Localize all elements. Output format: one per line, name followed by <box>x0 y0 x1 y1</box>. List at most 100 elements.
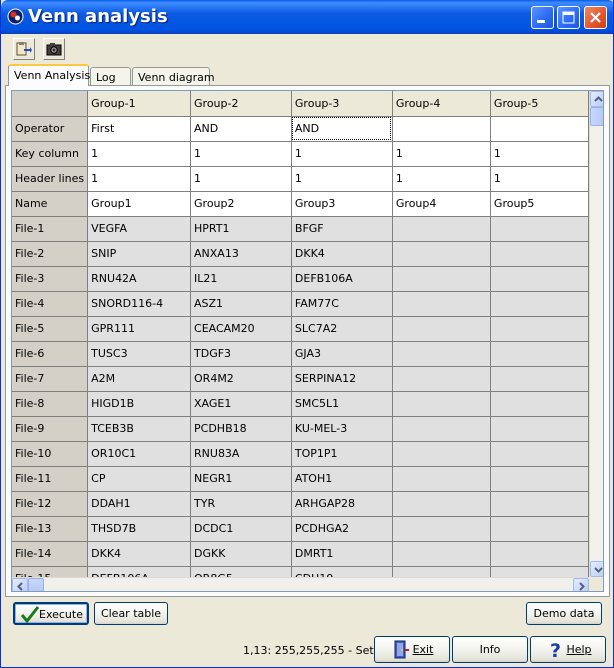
file-cell[interactable]: SNORD116-4 <box>87 291 192 317</box>
file-cell[interactable]: PCDHB18 <box>190 416 292 442</box>
file-cell[interactable]: DDAH1 <box>87 491 192 517</box>
param-cell[interactable]: 1 <box>392 141 491 167</box>
file-cell[interactable]: RNU42A <box>87 266 192 292</box>
file-cell[interactable]: DKK4 <box>291 241 393 267</box>
file-cell[interactable]: GPR111 <box>87 316 192 342</box>
file-cell[interactable]: FAM77C <box>291 291 393 317</box>
file-cell[interactable]: DEFB106A <box>87 566 192 577</box>
scroll-up-button[interactable] <box>590 91 603 107</box>
param-cell[interactable]: 1 <box>291 166 393 192</box>
file-cell[interactable]: DEFB106A <box>291 266 393 292</box>
tab-venn-analysis[interactable]: Venn Analysis <box>8 64 90 86</box>
param-cell[interactable]: AND <box>291 116 393 142</box>
file-cell[interactable]: OR8G5 <box>190 566 292 577</box>
file-cell[interactable]: DCDC1 <box>190 516 292 542</box>
screenshot-button[interactable] <box>43 38 65 60</box>
file-cell[interactable] <box>392 416 491 442</box>
file-cell[interactable]: GJA3 <box>291 341 393 367</box>
file-cell[interactable]: CDH19 <box>291 566 393 577</box>
scroll-down-button[interactable] <box>590 561 603 577</box>
file-cell[interactable] <box>392 291 491 317</box>
param-cell[interactable]: Group3 <box>291 191 393 217</box>
info-button[interactable]: Info <box>452 636 528 663</box>
file-cell[interactable] <box>490 291 589 317</box>
file-cell[interactable]: PCDHGA2 <box>291 516 393 542</box>
file-cell[interactable]: ANXA13 <box>190 241 292 267</box>
vertical-scrollbar[interactable] <box>589 91 603 577</box>
file-cell[interactable]: XAGE1 <box>190 391 292 417</box>
file-cell[interactable]: TUSC3 <box>87 341 192 367</box>
maximize-button[interactable] <box>557 6 580 29</box>
file-cell[interactable]: DMRT1 <box>291 541 393 567</box>
file-cell[interactable] <box>490 216 589 242</box>
param-cell[interactable]: 1 <box>490 141 589 167</box>
file-cell[interactable]: DKK4 <box>87 541 192 567</box>
file-cell[interactable] <box>490 416 589 442</box>
column-header[interactable]: Group-2 <box>190 91 292 117</box>
file-cell[interactable] <box>490 391 589 417</box>
file-cell[interactable]: A2M <box>87 366 192 392</box>
file-cell[interactable]: ASZ1 <box>190 291 292 317</box>
horizontal-scrollbar[interactable] <box>12 577 589 591</box>
param-cell[interactable]: 1 <box>392 166 491 192</box>
clear-table-button[interactable]: Clear table <box>94 602 168 625</box>
param-cell[interactable]: Group1 <box>87 191 192 217</box>
file-cell[interactable]: ATOH1 <box>291 466 393 492</box>
title-bar[interactable]: Venn analysis <box>1 0 613 34</box>
scroll-right-button[interactable] <box>573 578 589 591</box>
file-cell[interactable] <box>490 466 589 492</box>
file-cell[interactable]: OR4M2 <box>190 366 292 392</box>
param-cell[interactable]: 1 <box>291 141 393 167</box>
column-header[interactable]: Group-3 <box>291 91 393 117</box>
file-cell[interactable]: NEGR1 <box>190 466 292 492</box>
file-cell[interactable] <box>392 341 491 367</box>
file-cell[interactable]: TDGF3 <box>190 341 292 367</box>
file-cell[interactable] <box>490 366 589 392</box>
file-cell[interactable] <box>392 216 491 242</box>
scroll-left-button[interactable] <box>12 578 28 591</box>
file-cell[interactable] <box>490 441 589 467</box>
file-cell[interactable]: KU-MEL-3 <box>291 416 393 442</box>
file-cell[interactable] <box>392 241 491 267</box>
file-cell[interactable] <box>490 241 589 267</box>
file-cell[interactable] <box>392 466 491 492</box>
param-cell[interactable]: Group4 <box>392 191 491 217</box>
column-header[interactable]: Group-1 <box>87 91 192 117</box>
file-cell[interactable]: SNIP <box>87 241 192 267</box>
exit-button[interactable]: Exit <box>374 636 450 663</box>
tab-venn-diagram[interactable]: Venn diagram <box>132 67 215 86</box>
file-cell[interactable]: RNU83A <box>190 441 292 467</box>
horizontal-scroll-thumb[interactable] <box>28 578 44 591</box>
file-cell[interactable] <box>490 516 589 542</box>
param-cell[interactable]: Group5 <box>490 191 589 217</box>
file-cell[interactable] <box>392 316 491 342</box>
file-cell[interactable] <box>392 366 491 392</box>
file-cell[interactable]: CP <box>87 466 192 492</box>
file-cell[interactable] <box>490 316 589 342</box>
param-cell[interactable] <box>490 116 589 142</box>
param-cell[interactable]: 1 <box>190 141 292 167</box>
file-cell[interactable]: TYR <box>190 491 292 517</box>
file-cell[interactable] <box>490 566 589 577</box>
demo-data-button[interactable]: Demo data <box>526 602 602 625</box>
file-cell[interactable] <box>392 516 491 542</box>
file-cell[interactable]: THSD7B <box>87 516 192 542</box>
file-cell[interactable] <box>392 541 491 567</box>
file-cell[interactable]: ARHGAP28 <box>291 491 393 517</box>
file-cell[interactable] <box>490 541 589 567</box>
file-cell[interactable] <box>392 266 491 292</box>
param-cell[interactable]: 1 <box>490 166 589 192</box>
minimize-button[interactable] <box>531 6 554 29</box>
file-cell[interactable] <box>490 266 589 292</box>
file-cell[interactable]: DGKK <box>190 541 292 567</box>
file-cell[interactable] <box>392 566 491 577</box>
param-cell[interactable]: 1 <box>190 166 292 192</box>
file-cell[interactable] <box>490 341 589 367</box>
file-cell[interactable]: SERPINA12 <box>291 366 393 392</box>
param-cell[interactable]: Group2 <box>190 191 292 217</box>
column-header[interactable]: Group-4 <box>392 91 491 117</box>
execute-button[interactable]: Execute <box>13 602 89 625</box>
file-cell[interactable]: IL21 <box>190 266 292 292</box>
tab-log[interactable]: Log <box>90 67 131 86</box>
column-header[interactable]: Group-5 <box>490 91 589 117</box>
